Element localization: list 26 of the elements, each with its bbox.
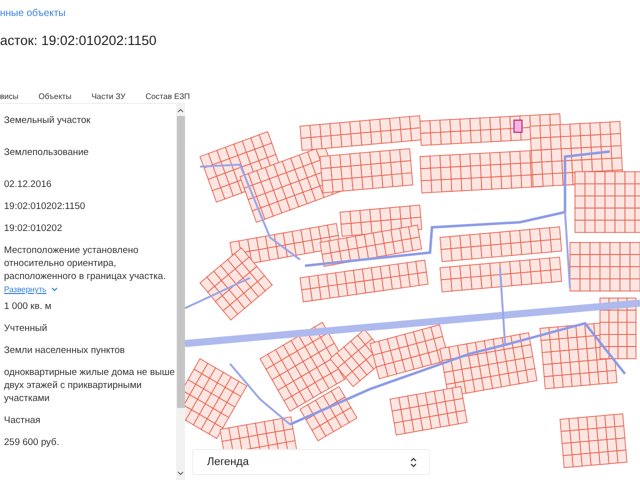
field-value: 259 600 руб. [4, 436, 60, 449]
tab[interactable]: Состав ЕЗП [145, 92, 190, 100]
legend-select[interactable]: Легенда [192, 449, 430, 475]
field-value: Земли населенных пунктов [4, 344, 126, 357]
breadcrumb-link[interactable]: нные объекты [0, 8, 66, 19]
expand-link[interactable]: Развернуть [4, 285, 46, 294]
field-value: Земельный участок [4, 114, 92, 127]
field-value: одноквартирные жилые дома не выше двух этажей с приквартирными участками [4, 366, 176, 405]
scrollbar[interactable] [176, 104, 185, 480]
scrollbar-thumb[interactable] [176, 116, 184, 408]
chevron-down-icon [51, 287, 58, 292]
tab[interactable]: висы [0, 92, 18, 100]
field-value: 02.12.2016 [4, 178, 53, 191]
tab[interactable]: Объекты [38, 92, 72, 100]
field-value: Учтенный [4, 322, 48, 335]
field-value: Частная [4, 414, 42, 427]
up-down-chevron-icon [410, 456, 417, 468]
tab[interactable]: Части ЗУ [91, 92, 126, 100]
field-value: Землепользование [4, 146, 90, 159]
field-value: Местоположение установлено относительно ориентира, расположенного в границах участка. [4, 244, 167, 283]
scroll-down-icon[interactable] [177, 471, 184, 476]
field-value: 19:02:010202 [4, 222, 64, 235]
field-value: 1 000 кв. м [4, 300, 52, 313]
scroll-up-icon[interactable] [177, 108, 184, 113]
field-value: 19:02:010202:1150 [4, 200, 86, 213]
page-title: асток: 19:02:010202:1150 [0, 33, 157, 48]
